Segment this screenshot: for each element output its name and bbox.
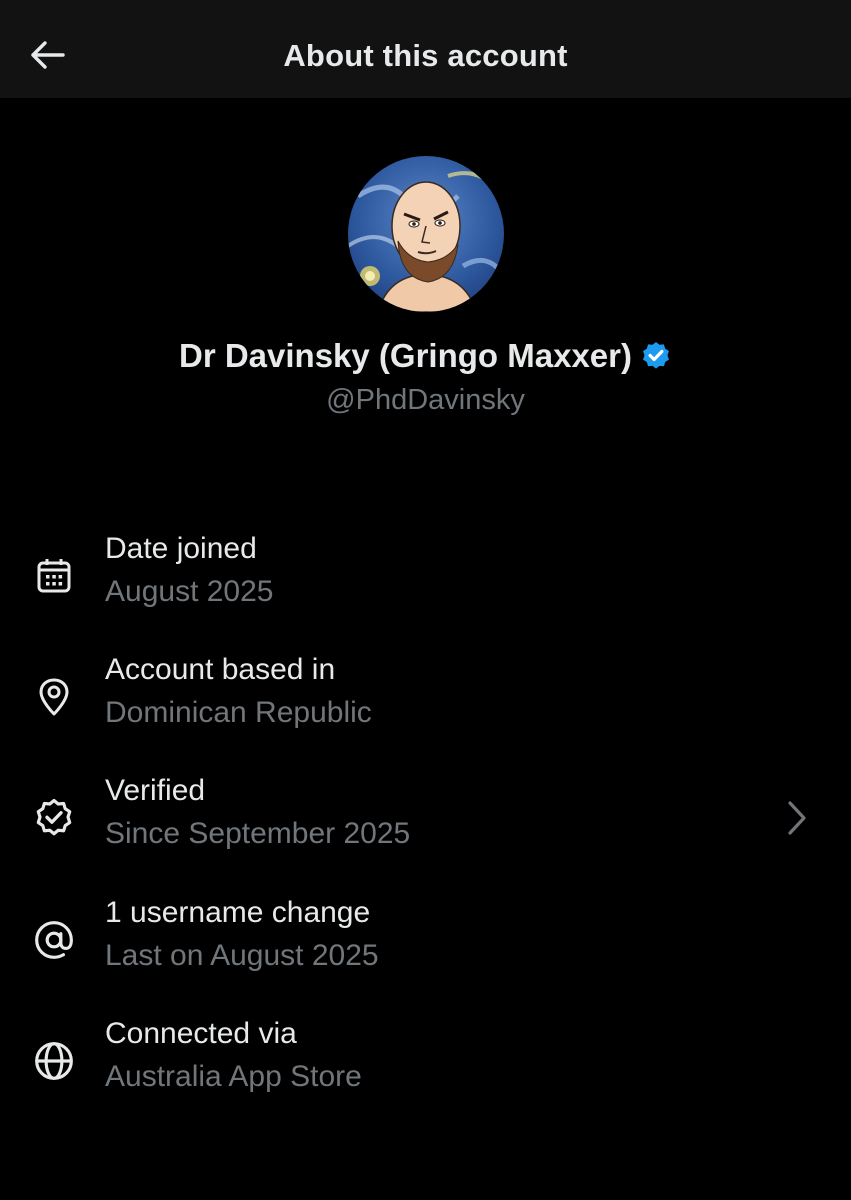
profile-name-row: Dr Davinsky (Gringo Maxxer) [0, 337, 851, 375]
detail-row-connected-via: Connected via Australia App Store [0, 1011, 851, 1115]
detail-title: Account based in [105, 653, 336, 686]
detail-value: Since September 2025 [105, 817, 411, 850]
verified-check-icon [32, 796, 76, 840]
calendar-icon [32, 554, 76, 598]
detail-title: Connected via [105, 1017, 297, 1050]
avatar-portrait [348, 156, 504, 312]
page-title: About this account [283, 38, 568, 73]
top-bar: About this account [0, 0, 851, 98]
chevron-right-icon [780, 798, 814, 838]
location-pin-icon [32, 675, 76, 719]
detail-title: Date joined [105, 532, 257, 565]
detail-title: Verified [105, 774, 206, 807]
detail-value: Last on August 2025 [105, 939, 379, 972]
detail-value: Dominican Republic [105, 696, 372, 729]
detail-value: Australia App Store [105, 1060, 362, 1093]
detail-value: August 2025 [105, 575, 274, 608]
detail-title: 1 username change [105, 896, 371, 929]
profile-handle: @PhdDavinsky [326, 384, 525, 416]
globe-icon [32, 1039, 76, 1083]
detail-row-date-joined: Date joined August 2025 [0, 526, 851, 630]
verified-badge-icon[interactable] [640, 340, 672, 372]
detail-row-verified[interactable]: Verified Since September 2025 [0, 768, 851, 872]
detail-row-account-based-in: Account based in Dominican Republic [0, 647, 851, 751]
display-name: Dr Davinsky (Gringo Maxxer) [179, 337, 632, 374]
detail-row-username-change: 1 username change Last on August 2025 [0, 890, 851, 994]
at-sign-icon [32, 918, 76, 962]
avatar[interactable] [348, 156, 504, 312]
